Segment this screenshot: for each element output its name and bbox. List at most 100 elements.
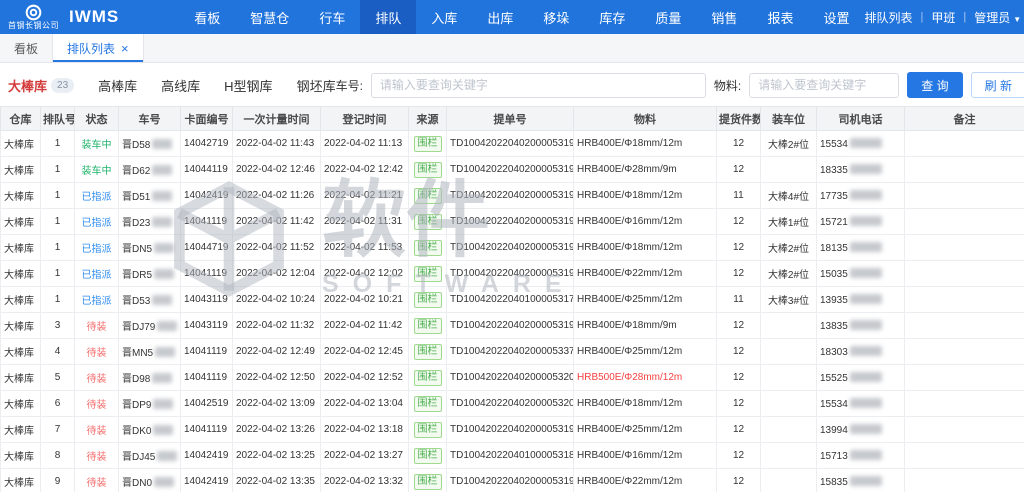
table-row[interactable]: 大棒库9待装晋DN0140424192022-04-02 13:352022-0… bbox=[1, 469, 1024, 492]
table-row[interactable]: 大棒库8待装晋DJ45140424192022-04-02 13:252022-… bbox=[1, 443, 1024, 469]
table-row[interactable]: 大棒库6待装晋DP9140425192022-04-02 13:092022-0… bbox=[1, 391, 1024, 417]
divider: | bbox=[920, 11, 923, 23]
table-row[interactable]: 大棒库1已指派晋D23140411192022-04-02 11:422022-… bbox=[1, 209, 1024, 235]
warehouse-tab-1[interactable]: 高棒库 bbox=[98, 76, 137, 95]
source-tag: 围栏 bbox=[414, 344, 442, 360]
nav-item-6[interactable]: 移垛 bbox=[528, 0, 584, 34]
cell-card: 14043119 bbox=[181, 313, 233, 339]
redacted-blur bbox=[850, 190, 882, 200]
warehouse-tab-2[interactable]: 高线库 bbox=[161, 76, 200, 95]
cell-bill: TD10042022040100005317 bbox=[447, 287, 574, 313]
table-row[interactable]: 大棒库1已指派晋DN5140447192022-04-02 11:522022-… bbox=[1, 235, 1024, 261]
cell-weigh_time: 2022-04-02 13:25 bbox=[233, 443, 321, 469]
warehouse-tab-0[interactable]: 大棒库23 bbox=[8, 76, 74, 95]
cell-card: 14041119 bbox=[181, 365, 233, 391]
cell-weigh_time: 2022-04-02 11:43 bbox=[233, 131, 321, 157]
cell-card: 14042519 bbox=[181, 391, 233, 417]
cell-material: HRB400E/Φ22mm/12m bbox=[574, 261, 717, 287]
source-tag: 围栏 bbox=[414, 136, 442, 152]
table-row[interactable]: 大棒库1装车中晋D62140441192022-04-02 12:462022-… bbox=[1, 157, 1024, 183]
cell-reg_time: 2022-04-02 11:42 bbox=[321, 313, 409, 339]
shift-selector[interactable]: 甲班 bbox=[931, 9, 955, 26]
navbar-right: 排队列表 | 甲班 | 管理员▼ bbox=[864, 0, 1024, 34]
status-badge: 装车中 bbox=[82, 140, 112, 151]
nav-item-0[interactable]: 看板 bbox=[179, 0, 235, 34]
queue-list-link[interactable]: 排队列表 bbox=[864, 9, 912, 26]
column-header: 物料 bbox=[574, 107, 717, 131]
cell-reg_time: 2022-04-02 10:21 bbox=[321, 287, 409, 313]
table-row[interactable]: 大棒库7待装晋DK0140411192022-04-02 13:262022-0… bbox=[1, 417, 1024, 443]
warehouse-tabs: 大棒库23 高棒库 高线库 H型钢库 钢坯库 bbox=[8, 76, 336, 95]
table-row[interactable]: 大棒库1装车中晋D58140427192022-04-02 11:432022-… bbox=[1, 131, 1024, 157]
cell-weigh_time: 2022-04-02 11:26 bbox=[233, 183, 321, 209]
cell-queue: 1 bbox=[41, 183, 75, 209]
table-row[interactable]: 大棒库4待装晋MN5140411192022-04-02 12:492022-0… bbox=[1, 339, 1024, 365]
cell-weigh_time: 2022-04-02 10:24 bbox=[233, 287, 321, 313]
tab-label: 看板 bbox=[14, 40, 38, 57]
cell-source: 围栏 bbox=[409, 261, 447, 287]
cell-qty: 12 bbox=[717, 261, 761, 287]
cell-warehouse: 大棒库 bbox=[1, 365, 41, 391]
cell-source: 围栏 bbox=[409, 209, 447, 235]
table-row[interactable]: 大棒库5待装晋D98140411192022-04-02 12:502022-0… bbox=[1, 365, 1024, 391]
cell-bill: TD10042022040200005320 bbox=[447, 391, 574, 417]
nav-item-3[interactable]: 排队 bbox=[360, 0, 416, 34]
status-badge: 已指派 bbox=[82, 218, 112, 229]
cell-card: 14044119 bbox=[181, 157, 233, 183]
cell-vehicle: 晋D51 bbox=[119, 183, 181, 209]
cell-warehouse: 大棒库 bbox=[1, 339, 41, 365]
warehouse-tab-3[interactable]: H型钢库 bbox=[224, 76, 272, 95]
close-icon[interactable]: × bbox=[121, 42, 129, 55]
chevron-down-icon: ▼ bbox=[1013, 15, 1021, 24]
cell-vehicle: 晋D58 bbox=[119, 131, 181, 157]
nav-item-5[interactable]: 出库 bbox=[472, 0, 528, 34]
cell-source: 围栏 bbox=[409, 417, 447, 443]
tab-item-1[interactable]: 排队列表 × bbox=[53, 34, 144, 62]
nav-item-8[interactable]: 质量 bbox=[640, 0, 696, 34]
vehicle-search-input[interactable] bbox=[371, 73, 706, 98]
redacted-blur bbox=[152, 165, 172, 175]
table-row[interactable]: 大棒库1已指派晋DR5140411192022-04-02 12:042022-… bbox=[1, 261, 1024, 287]
user-menu[interactable]: 管理员▼ bbox=[974, 9, 1021, 26]
column-header: 提货件数 bbox=[717, 107, 761, 131]
cell-status: 待装 bbox=[75, 417, 119, 443]
source-tag: 围栏 bbox=[414, 370, 442, 386]
status-badge: 待装 bbox=[87, 374, 107, 385]
cell-bill: TD10042022040200005319 bbox=[447, 209, 574, 235]
tab-label: 排队列表 bbox=[67, 40, 115, 57]
tab-item-0[interactable]: 看板 bbox=[0, 34, 53, 62]
table-row[interactable]: 大棒库3待装晋DJ79140431192022-04-02 11:322022-… bbox=[1, 313, 1024, 339]
material-search-input[interactable] bbox=[749, 73, 899, 98]
nav-item-11[interactable]: 设置 bbox=[808, 0, 864, 34]
cell-bill: TD10042022040200005319 bbox=[447, 157, 574, 183]
cell-qty: 12 bbox=[717, 235, 761, 261]
nav-item-4[interactable]: 入库 bbox=[416, 0, 472, 34]
cell-card: 14041119 bbox=[181, 417, 233, 443]
nav-item-10[interactable]: 报表 bbox=[752, 0, 808, 34]
cell-queue: 1 bbox=[41, 157, 75, 183]
cell-vehicle: 晋DN0 bbox=[119, 469, 181, 492]
refresh-button[interactable]: 刷 新 bbox=[971, 72, 1024, 98]
source-tag: 围栏 bbox=[414, 448, 442, 464]
column-header: 来源 bbox=[409, 107, 447, 131]
cell-warehouse: 大棒库 bbox=[1, 469, 41, 492]
user-name: 管理员 bbox=[974, 11, 1010, 25]
cell-warehouse: 大棒库 bbox=[1, 287, 41, 313]
nav-item-2[interactable]: 行车 bbox=[304, 0, 360, 34]
search-button[interactable]: 查 询 bbox=[907, 72, 962, 98]
nav-item-7[interactable]: 库存 bbox=[584, 0, 640, 34]
redacted-blur bbox=[850, 424, 882, 434]
warehouse-tab-label: H型钢库 bbox=[224, 76, 272, 95]
warehouse-tab-4[interactable]: 钢坯库 bbox=[297, 76, 336, 95]
cell-qty: 11 bbox=[717, 183, 761, 209]
brand: 首钢长钢公司 IWMS bbox=[0, 0, 127, 34]
table-row[interactable]: 大棒库1已指派晋D53140431192022-04-02 10:242022-… bbox=[1, 287, 1024, 313]
cell-vehicle: 晋DJ45 bbox=[119, 443, 181, 469]
filter-bar: 车号: 物料: 查 询 刷 新 bbox=[336, 72, 1024, 98]
nav-item-1[interactable]: 智慧仓 bbox=[235, 0, 304, 34]
nav-item-9[interactable]: 销售 bbox=[696, 0, 752, 34]
cell-qty: 12 bbox=[717, 391, 761, 417]
cell-bill: TD10042022040200005320 bbox=[447, 365, 574, 391]
cell-reg_time: 2022-04-02 12:52 bbox=[321, 365, 409, 391]
table-row[interactable]: 大棒库1已指派晋D51140424192022-04-02 11:262022-… bbox=[1, 183, 1024, 209]
